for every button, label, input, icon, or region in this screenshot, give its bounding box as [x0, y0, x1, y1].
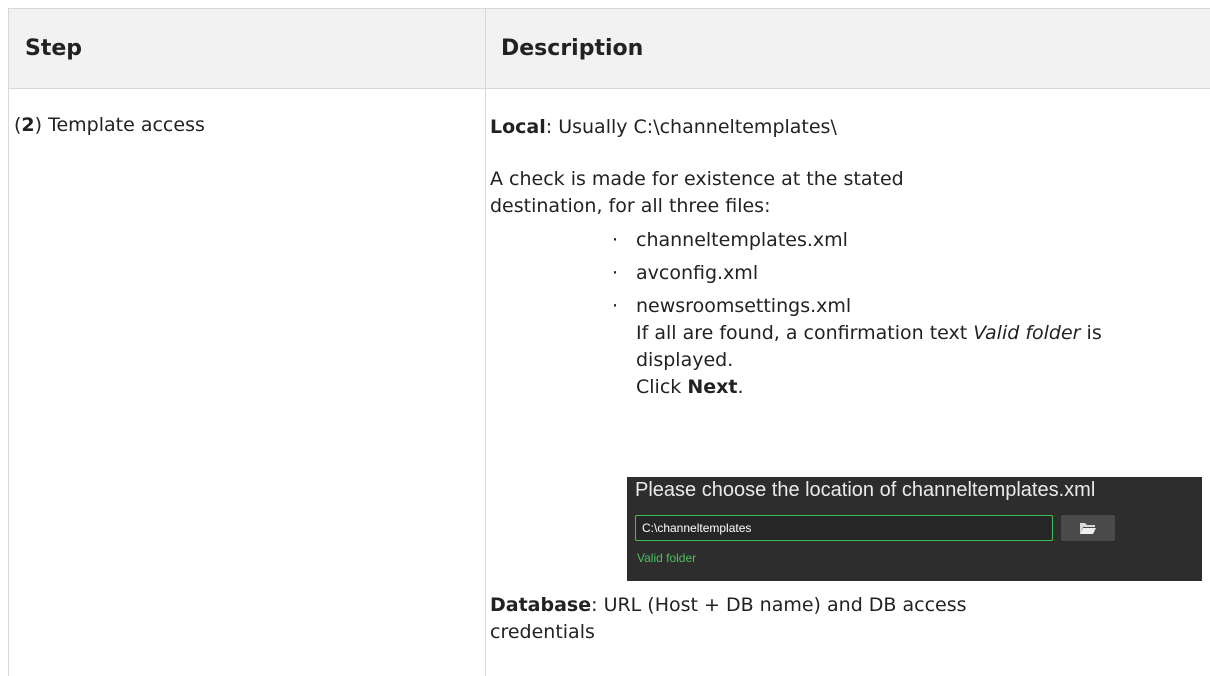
click-prefix: Click	[636, 376, 688, 398]
click-suffix: .	[737, 376, 744, 398]
database-paragraph: Database: URL (Host + DB name) and DB ac…	[490, 592, 1010, 646]
file-list: · channeltemplates.xml · avconfig.xml · new…	[612, 227, 1202, 401]
location-dialog-screenshot: Please choose the location of channeltem…	[627, 477, 1202, 581]
folder-open-icon	[1080, 523, 1096, 534]
step-title: ) Template access	[34, 114, 205, 136]
database-label: Database	[490, 594, 592, 616]
bullet: ·	[612, 295, 619, 317]
file-name: avconfig.xml	[636, 262, 759, 284]
valid-folder-status: Valid folder	[637, 551, 697, 565]
found-prefix: If all are found, a confirmation text	[636, 322, 974, 344]
bullet: ·	[612, 262, 619, 284]
list-item: · newsroomsettings.xml	[612, 293, 1202, 320]
dialog-title: Please choose the location of channeltem…	[635, 479, 1096, 501]
local-paragraph: Local: Usually C:\channeltemplates\	[490, 114, 1190, 141]
column-divider	[485, 9, 486, 676]
local-text: : Usually C:\channeltemplates\	[545, 116, 837, 138]
header-description: Description	[501, 36, 644, 61]
header-step: Step	[25, 36, 83, 61]
list-item: · avconfig.xml	[612, 260, 1202, 293]
step-number: 2	[21, 114, 35, 136]
valid-folder-term: Valid folder	[973, 322, 1081, 344]
path-input[interactable]: C:\channeltemplates	[635, 515, 1053, 541]
check-paragraph: A check is made for existence at the sta…	[490, 168, 904, 217]
local-label: Local	[490, 116, 546, 138]
file-name: newsroomsettings.xml	[636, 295, 852, 317]
file-name: channeltemplates.xml	[636, 229, 848, 251]
next-label: Next	[687, 376, 738, 398]
bullet: ·	[612, 229, 619, 251]
list-item: · channeltemplates.xml	[612, 227, 1202, 260]
browse-button[interactable]	[1061, 515, 1115, 541]
step-cell: (2) Template access	[14, 114, 205, 136]
confirmation-text: If all are found, a confirmation text Va…	[612, 320, 1202, 374]
click-instruction: Click Next.	[612, 374, 1202, 401]
